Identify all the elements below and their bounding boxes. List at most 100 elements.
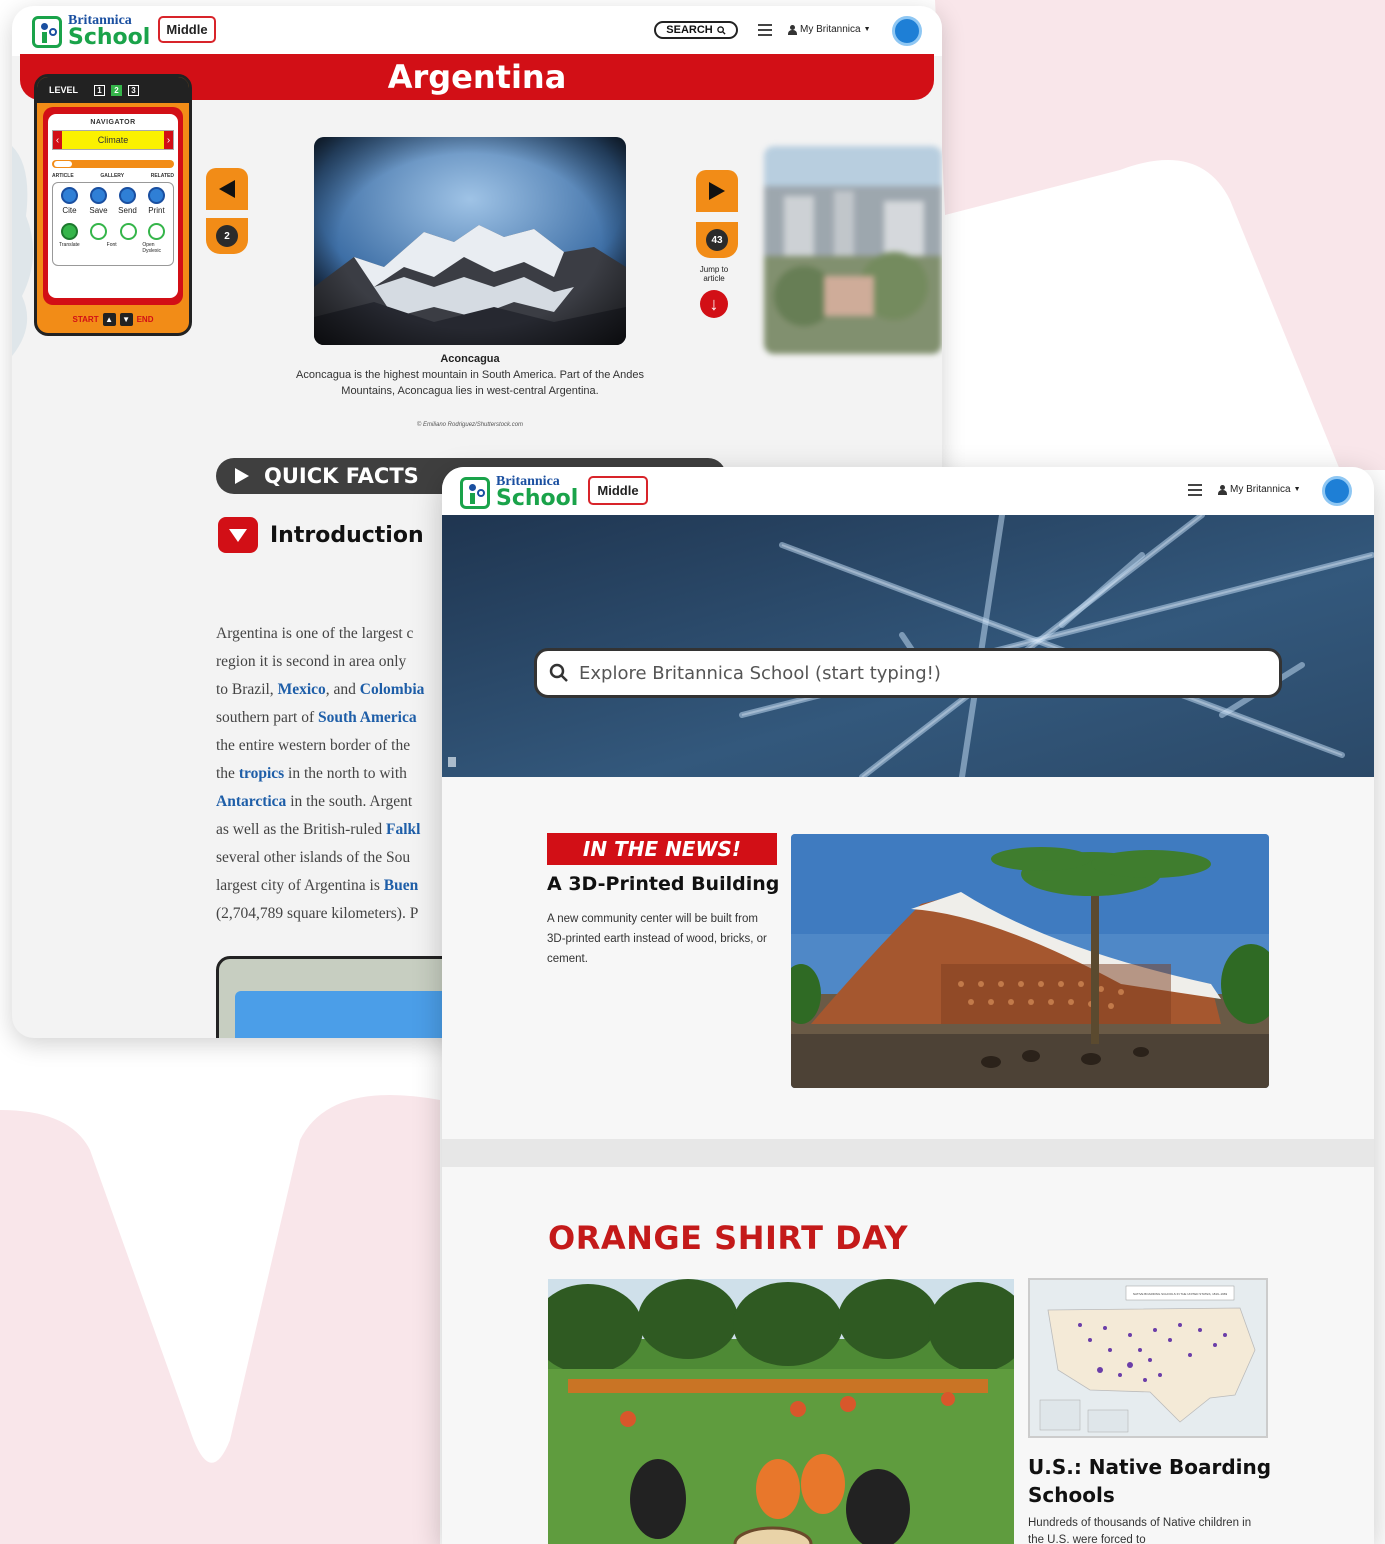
open-dyslexic-button[interactable]: Open Dyslexic [142, 223, 171, 254]
search-button[interactable]: SEARCH [654, 21, 738, 39]
play-icon [235, 468, 249, 484]
level-2-button[interactable]: 2 [111, 84, 123, 96]
article-line: to Brazil, Mexico, and Colombia [216, 681, 425, 698]
play-right-icon [709, 182, 725, 200]
section-title: ORANGE SHIRT DAY [548, 1219, 908, 1257]
britannica-school-logo[interactable]: Britannica School [460, 475, 578, 510]
chevron-up-icon [119, 223, 137, 240]
caption-credit: © Emiliano Rodriguez/Shutterstock.com [416, 422, 524, 428]
menu-icon[interactable] [758, 24, 772, 36]
section-divider [442, 1139, 1374, 1167]
jump-to-article-label: Jump to article [699, 265, 729, 283]
next-button[interactable] [696, 170, 738, 212]
section-select[interactable]: ‹ Climate › [52, 130, 174, 150]
my-britannica-label: My Britannica [1230, 484, 1291, 495]
start-label: START [72, 314, 99, 324]
dyslexic-font-icon [148, 223, 166, 240]
link-tropics[interactable]: tropics [239, 765, 284, 782]
save-button[interactable]: Save [84, 187, 113, 215]
translate-label: Translate [59, 242, 80, 248]
caption-title: Aconcagua [440, 353, 500, 365]
save-icon [90, 187, 107, 204]
logo-icon [32, 15, 62, 48]
card-description: Hundreds of thousands of Native children… [1028, 1517, 1252, 1544]
tab-gallery[interactable]: GALLERY [100, 173, 124, 179]
user-icon [1218, 484, 1227, 495]
media-box [216, 956, 476, 1038]
article-line: the tropics in the north to with [216, 765, 407, 782]
search-icon [549, 663, 568, 682]
previous-button[interactable] [206, 168, 248, 210]
news-photo[interactable] [791, 834, 1269, 1088]
navigator-header: NAVIGATOR [90, 119, 136, 126]
tab-article[interactable]: ARTICLE [52, 173, 74, 179]
article-line: largest city of Argentina is Buen [216, 877, 419, 894]
section-select-value: Climate [97, 135, 129, 145]
introduction-label: Introduction [270, 522, 424, 548]
next-image-preview[interactable] [764, 146, 942, 354]
open-dyslexic-label: Open Dyslexic [142, 242, 161, 254]
end-label: END [136, 314, 154, 324]
boarding-schools-map[interactable]: NATIVE BOARDING SCHOOLS IN THE UNITED ST… [1028, 1278, 1268, 1438]
card-title[interactable]: U.S.: Native Boarding Schools [1028, 1453, 1278, 1509]
article-line: Argentina is one of the largest c [216, 625, 414, 642]
news-title[interactable]: A 3D-Printed Building [547, 873, 779, 895]
news-description: A new community center will be built fro… [547, 913, 767, 965]
article-line: Antarctica in the south. Argent [216, 793, 413, 810]
search-input[interactable]: Explore Britannica School (start typing!… [534, 648, 1282, 698]
cite-label: Cite [62, 206, 77, 215]
level-badge[interactable]: Middle [588, 476, 648, 505]
progress-fill [54, 161, 73, 167]
cite-button[interactable]: Cite [55, 187, 84, 215]
my-britannica-menu[interactable]: My Britannica ▼ [1218, 484, 1301, 495]
font-larger-button[interactable] [114, 223, 143, 254]
in-the-news-tag: IN THE NEWS! [547, 833, 777, 865]
map-title: NATIVE BOARDING SCHOOLS IN THE UNITED ST… [1133, 1292, 1228, 1296]
article-body: Argentina is one of the largest c region… [216, 620, 446, 928]
arrow-down-icon[interactable]: ↓ [700, 290, 728, 318]
navigator-card: NAVIGATOR ‹ Climate › ARTICLE GALLERY RE… [48, 114, 178, 298]
chevron-down-icon[interactable]: ▼ [119, 312, 133, 326]
link-south-america[interactable]: South America [318, 709, 417, 726]
my-britannica-menu[interactable]: My Britannica ▼ [788, 24, 871, 35]
level-3-button[interactable]: 3 [128, 84, 140, 96]
chevron-down-icon [90, 223, 108, 240]
level-1-button[interactable]: 1 [94, 84, 106, 96]
article-line: region it is second in area only [216, 653, 407, 670]
chevron-left-icon[interactable]: ‹ [53, 131, 62, 149]
translate-button[interactable]: Translate [55, 223, 84, 254]
media-box-content[interactable] [235, 991, 475, 1038]
chevron-up-icon[interactable]: ▲ [102, 312, 116, 326]
font-smaller-button[interactable]: Font [84, 223, 117, 254]
send-button[interactable]: Send [113, 187, 142, 215]
chevron-right-icon[interactable]: › [163, 131, 173, 149]
navigator-inner: NAVIGATOR ‹ Climate › ARTICLE GALLERY RE… [43, 107, 183, 305]
link-mexico[interactable]: Mexico [278, 681, 326, 698]
britannica-globe-icon[interactable] [892, 16, 922, 46]
progress-bar [52, 160, 174, 168]
link-falkland[interactable]: Falkl [386, 821, 420, 838]
tab-related[interactable]: RELATED [151, 173, 174, 179]
article-line: the entire western border of the [216, 737, 411, 754]
previous-count-value: 2 [216, 225, 238, 247]
link-buenos-aires[interactable]: Buen [384, 877, 418, 894]
previous-count: 2 [206, 218, 248, 254]
aconcagua-photo[interactable] [314, 137, 626, 345]
link-antarctica[interactable]: Antarctica [216, 793, 286, 810]
caption-text: Aconcagua is the highest mountain in Sou… [296, 369, 644, 397]
print-label: Print [148, 206, 165, 215]
menu-icon[interactable] [1188, 484, 1202, 496]
hero-banner: Explore Britannica School (start typing!… [442, 515, 1374, 777]
britannica-globe-icon[interactable] [1322, 476, 1352, 506]
logo-bottom-text: School [68, 25, 151, 50]
orange-shirt-day-photo[interactable] [548, 1279, 1014, 1544]
level-badge[interactable]: Middle [158, 16, 216, 43]
britannica-school-logo[interactable]: Britannica School [32, 14, 150, 49]
chevron-down-icon [218, 517, 258, 553]
article-line: as well as the British-ruled Falkl [216, 821, 421, 838]
navigator-tabs: ARTICLE GALLERY RELATED [48, 168, 178, 179]
introduction-heading[interactable]: Introduction [218, 517, 424, 553]
link-colombia[interactable]: Colombia [360, 681, 425, 698]
play-left-icon [219, 180, 235, 198]
print-button[interactable]: Print [142, 187, 171, 215]
